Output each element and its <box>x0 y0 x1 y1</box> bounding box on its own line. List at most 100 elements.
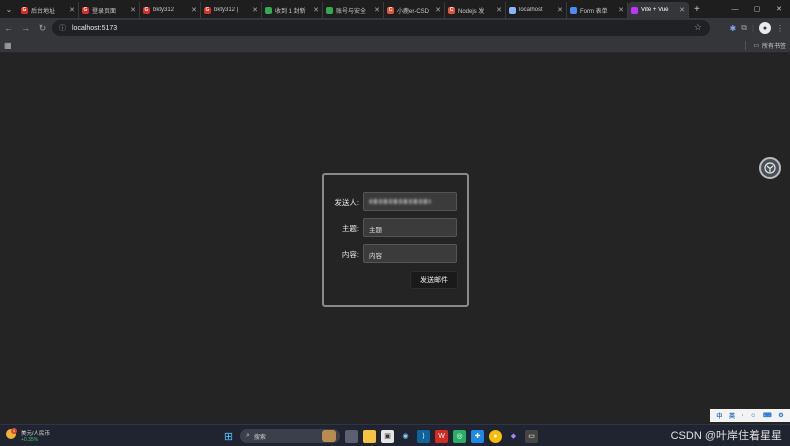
ime-item[interactable]: ⌨ <box>763 412 772 419</box>
ime-item[interactable]: ☺ <box>750 413 756 419</box>
tab-title: localhost <box>519 7 543 13</box>
ime-item[interactable]: · <box>742 413 744 419</box>
extensions-puzzle-icon[interactable]: ⧉ <box>741 23 747 33</box>
maximize-icon[interactable]: ▢ <box>746 5 768 13</box>
notification-badge: 1 <box>11 428 17 434</box>
divider: | <box>751 23 754 33</box>
tab-favicon-icon <box>631 6 638 14</box>
tab-close-icon[interactable]: ✕ <box>191 6 197 14</box>
taskbar-apps: ⊞ ⌕ 搜索 ▣ ◉ ⟩ W ◎ ✚ ● ◆ ▭ <box>222 428 538 444</box>
widget-change: +0.35% <box>21 437 39 443</box>
tab-favicon-icon <box>570 6 577 14</box>
wechat-icon[interactable]: ◎ <box>453 429 466 443</box>
browser-tab[interactable]: G 登录页面 ✕ <box>79 2 140 18</box>
extension-pin-icon[interactable]: ✱ <box>730 24 737 33</box>
browser-tab[interactable]: C 小鹿er-CSD ✕ <box>384 2 445 18</box>
tab-favicon-icon: G <box>21 6 28 14</box>
browser-tab[interactable]: 账号与安全 ✕ <box>323 2 384 18</box>
close-window-icon[interactable]: ✕ <box>768 5 790 13</box>
tab-close-icon[interactable]: ✕ <box>252 6 258 14</box>
tab-title: 登录页面 <box>92 8 117 15</box>
bookmark-star-icon[interactable]: ☆ <box>694 22 702 33</box>
csdn-watermark: CSDN @叶岸住着星星 <box>670 430 782 442</box>
chrome-icon[interactable]: ● <box>489 429 502 443</box>
task-view-icon[interactable] <box>345 429 358 443</box>
store-icon[interactable]: ▣ <box>381 429 394 443</box>
content-row: 内容: 内容 <box>324 244 467 263</box>
all-bookmarks-label: 所有书签 <box>761 44 786 50</box>
ime-item[interactable]: 英 <box>729 411 735 420</box>
terminal-icon[interactable]: ▭ <box>525 429 538 443</box>
browser-tab[interactable]: localhost ✕ <box>506 2 567 18</box>
send-email-button[interactable]: 发送邮件 <box>410 271 458 289</box>
wps-icon[interactable]: W <box>435 429 448 443</box>
tab-title: Nodejs 发 <box>458 8 485 15</box>
site-info-icon[interactable]: ⓘ <box>59 23 66 33</box>
tab-close-icon[interactable]: ✕ <box>435 6 441 14</box>
tab-strip: ⌄ G 后台地址 ✕ G 登录页面 ✕ Gbkty312 ✕ Gbkty312 | ✕ 收到 1 封… <box>0 0 790 18</box>
reload-icon[interactable]: ↻ <box>34 23 51 34</box>
folder-icon: ▭ <box>753 43 759 49</box>
tab-favicon-icon: C <box>448 6 455 14</box>
new-tab-button[interactable]: + <box>694 4 700 15</box>
obsidian-icon[interactable]: ◆ <box>507 430 520 443</box>
all-bookmarks[interactable]: ▭ 所有书签 <box>745 41 786 50</box>
tab-close-icon[interactable]: ✕ <box>313 6 319 14</box>
tab-close-icon[interactable]: ✕ <box>557 6 563 14</box>
browser-tab[interactable]: C Nodejs 发 ✕ <box>445 2 506 18</box>
app-icon[interactable]: ◉ <box>399 430 412 443</box>
browser-tab[interactable]: Gbkty312 ✕ <box>140 2 201 18</box>
redacted-email-value <box>369 199 431 204</box>
tab-title: Vite + Vue <box>641 7 669 13</box>
tab-title: 收到 1 封新 <box>275 8 306 15</box>
address-bar[interactable]: ⓘ localhost:5173 ☆ <box>52 20 710 36</box>
file-explorer-icon[interactable] <box>363 429 376 443</box>
floating-assistant-icon[interactable] <box>759 157 781 179</box>
ime-item[interactable]: ⚙ <box>778 412 783 419</box>
browser-tab[interactable]: Gbkty312 | ✕ <box>201 2 262 18</box>
tab-close-icon[interactable]: ✕ <box>130 6 136 14</box>
taskbar-search[interactable]: ⌕ 搜索 <box>240 429 340 443</box>
browser-tab[interactable]: 收到 1 封新 ✕ <box>262 2 323 18</box>
menu-kebab-icon[interactable]: ⋮ <box>776 24 784 33</box>
bookmarks-bar: ▦ ▭ 所有书签 <box>0 38 790 53</box>
tab-favicon-icon: C <box>387 6 394 14</box>
browser-tab[interactable]: G 后台地址 ✕ <box>18 2 79 18</box>
search-highlight-icon <box>322 430 336 442</box>
tab-favicon-icon: G <box>204 6 211 14</box>
tab-close-icon[interactable]: ✕ <box>618 6 624 14</box>
browser-tab[interactable]: Vite + Vue ✕ <box>628 2 689 18</box>
forward-icon[interactable]: → <box>17 23 34 33</box>
content-label: 内容: <box>341 250 359 259</box>
tab-close-icon[interactable]: ✕ <box>69 6 75 14</box>
tab-close-icon[interactable]: ✕ <box>679 6 685 14</box>
tab-list: G 后台地址 ✕ G 登录页面 ✕ Gbkty312 ✕ Gbkty312 | ✕ 收到 1 封新 ✕… <box>18 0 689 18</box>
page-viewport: 发送人: 主题: 主题 内容: 内容 发送邮件 <box>0 54 790 424</box>
tab-close-icon[interactable]: ✕ <box>374 6 380 14</box>
url-text: localhost:5173 <box>72 24 118 32</box>
subject-input[interactable]: 主题 <box>363 218 457 237</box>
minimize-icon[interactable]: — <box>724 6 746 13</box>
content-input[interactable]: 内容 <box>363 244 457 263</box>
start-windows-icon[interactable]: ⊞ <box>222 430 235 443</box>
tab-title: bkty312 | <box>214 7 239 13</box>
tab-favicon-icon: G <box>82 6 89 14</box>
stock-widget[interactable]: 1 美元/人民币 +0.35% <box>6 428 66 444</box>
toolbar-actions: ✱ ⧉ | ● ⋮ <box>730 20 784 36</box>
vscode-icon[interactable]: ⟩ <box>417 429 430 443</box>
apps-grid-icon[interactable]: ▦ <box>4 41 12 50</box>
subject-label: 主题: <box>341 224 359 233</box>
sender-label: 发送人: <box>334 198 359 207</box>
sender-input[interactable] <box>363 192 457 211</box>
app-blue-icon[interactable]: ✚ <box>471 429 484 443</box>
tab-search-chevron-icon[interactable]: ⌄ <box>0 0 18 18</box>
windows-taskbar: 1 美元/人民币 +0.35% ⊞ ⌕ 搜索 ▣ ◉ ⟩ W ◎ ✚ ● ◆ ▭… <box>0 424 790 446</box>
profile-icon[interactable]: ● <box>759 22 771 34</box>
tab-title: 账号与安全 <box>336 8 367 15</box>
ime-item[interactable]: 中 <box>716 411 722 420</box>
browser-tab[interactable]: Form 表单 ✕ <box>567 2 628 18</box>
divider <box>745 41 747 50</box>
ime-toolbar: 中 英 · ☺ ⌨ ⚙ <box>710 409 790 422</box>
tab-close-icon[interactable]: ✕ <box>496 6 502 14</box>
back-icon[interactable]: ← <box>0 23 17 33</box>
